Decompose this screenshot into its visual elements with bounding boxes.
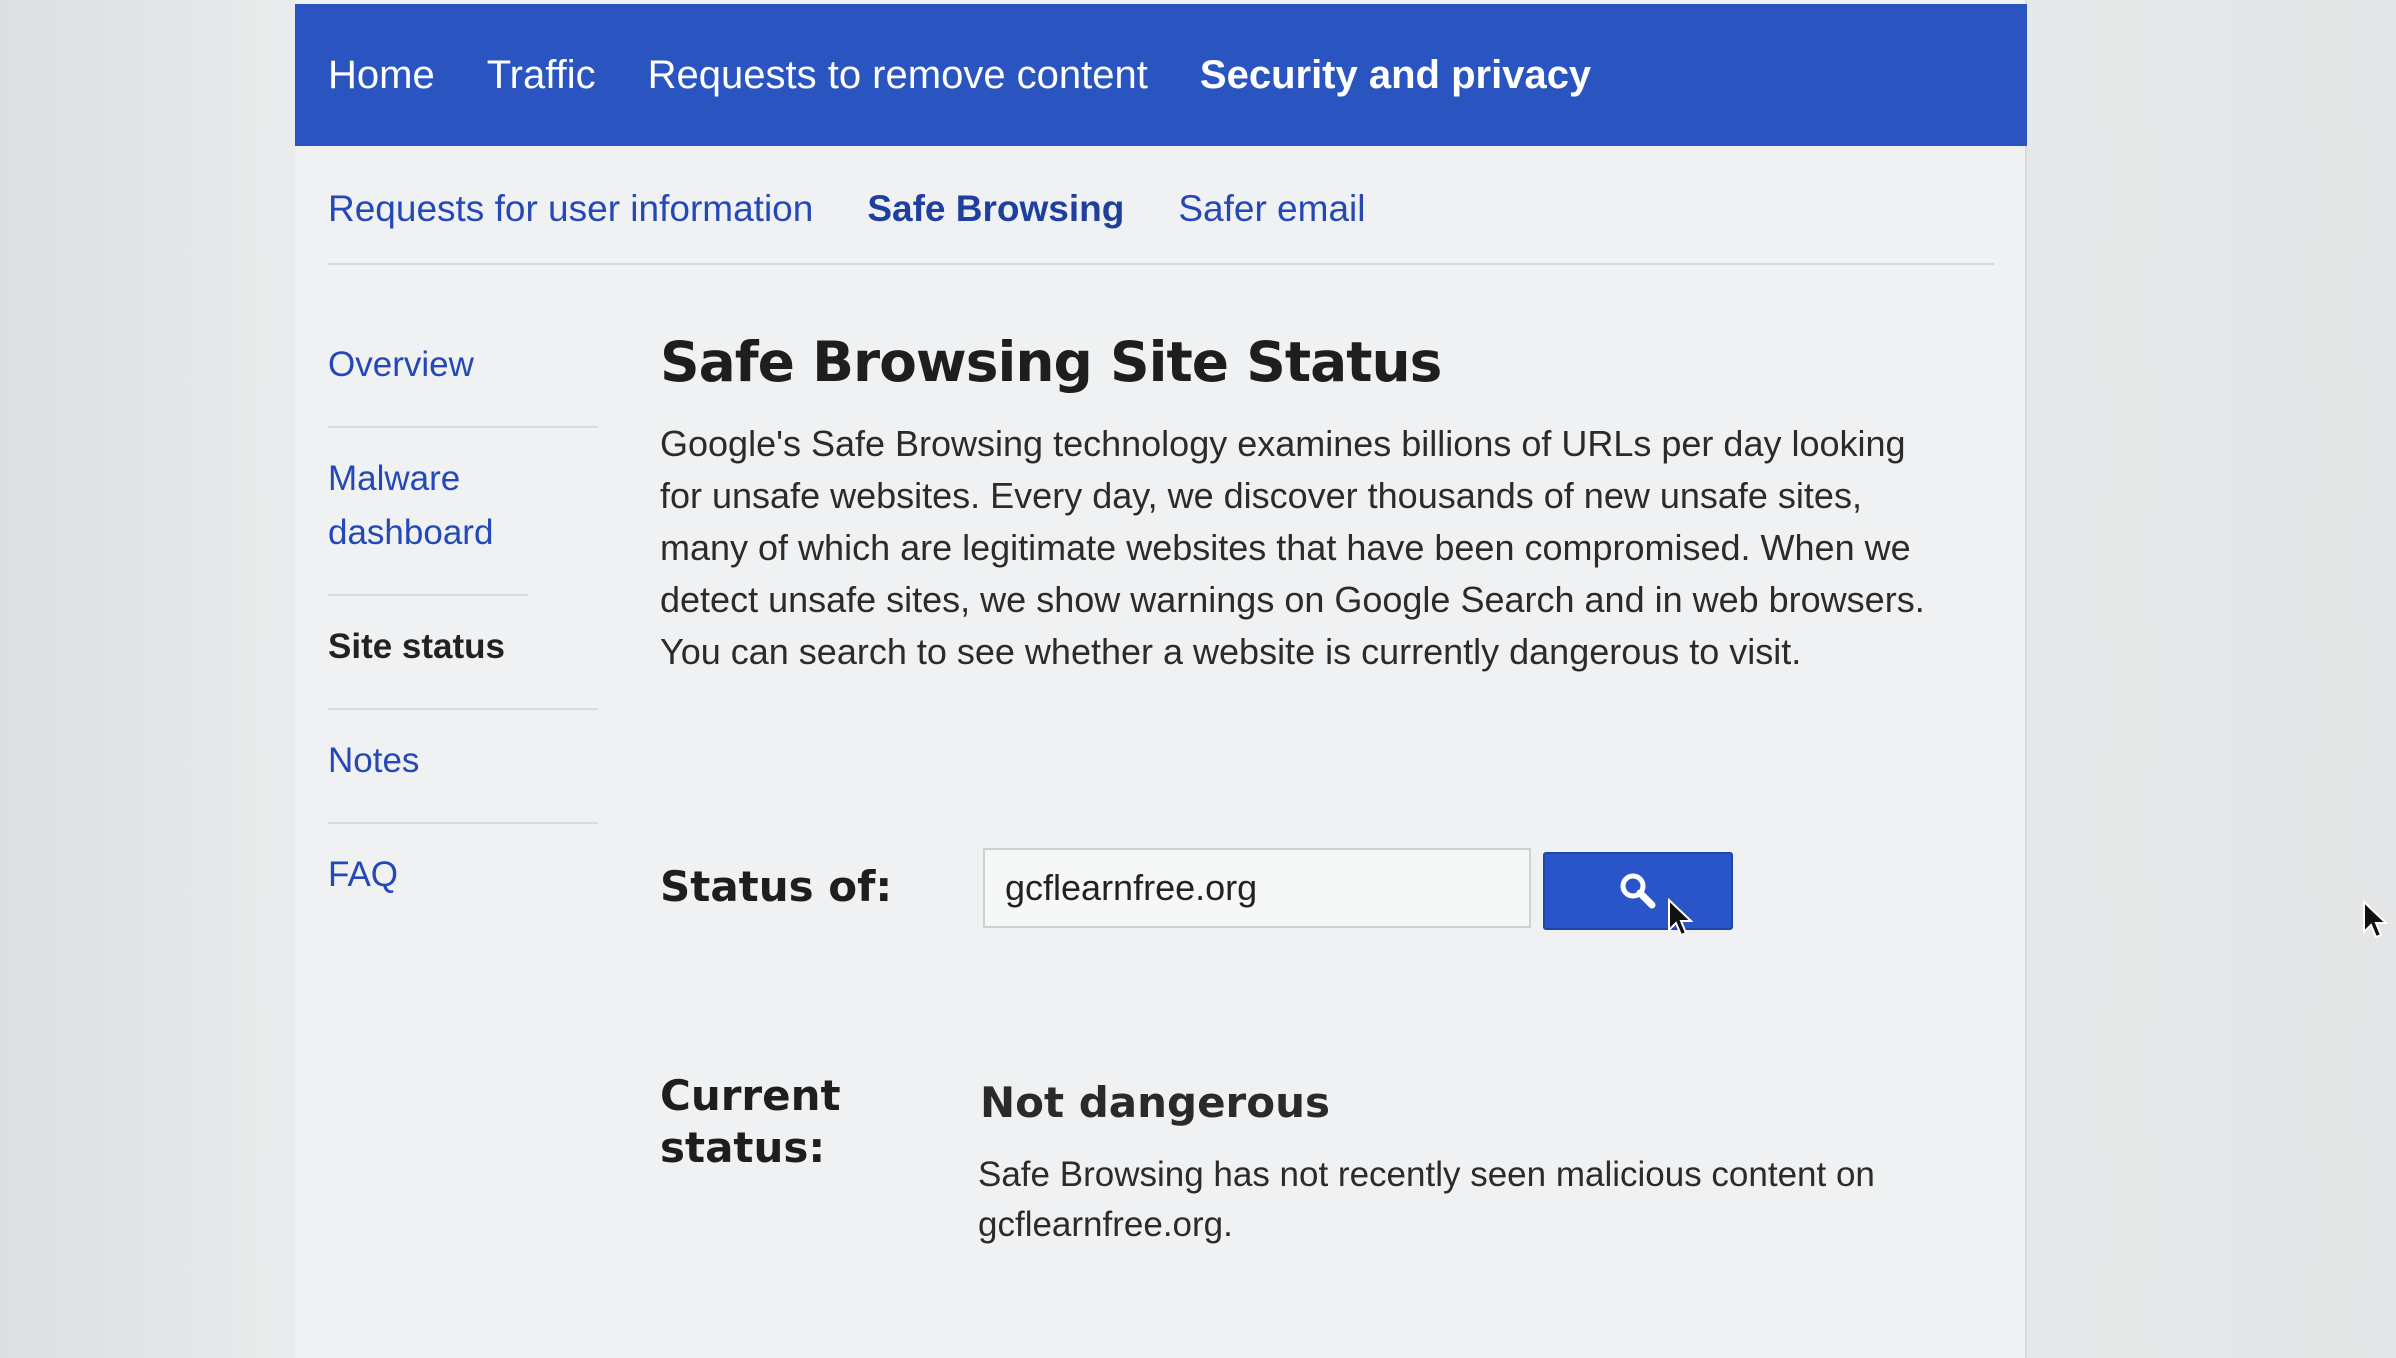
current-status-description: Safe Browsing has not recently seen mali… [978, 1155, 1875, 1244]
sidebar-item-overview[interactable]: Overview [328, 330, 598, 428]
sidebar-item-notes[interactable]: Notes [328, 710, 598, 824]
mouse-cursor-icon [1668, 898, 1693, 937]
status-search-row: Status of: [660, 848, 1760, 930]
page-title: Safe Browsing Site Status [660, 330, 1442, 394]
main-content: Safe Browsing Site Status Google's Safe … [660, 330, 1960, 1244]
sub-nav: Requests for user information Safe Brows… [328, 155, 1994, 265]
sidebar-item-faq[interactable]: FAQ [328, 824, 598, 936]
sidebar-item-malware-dashboard[interactable]: Malware dashboard [328, 428, 528, 596]
subnav-safe-browsing[interactable]: Safe Browsing [867, 188, 1124, 230]
current-status-value: Not dangerous [980, 1078, 1331, 1127]
search-button[interactable] [1543, 852, 1733, 930]
sidebar: Overview Malware dashboard Site status N… [328, 330, 598, 936]
subnav-safer-email[interactable]: Safer email [1178, 188, 1365, 230]
intro-text: Google's Safe Browsing technology examin… [660, 423, 1925, 672]
topnav-remove-content[interactable]: Requests to remove content [648, 53, 1148, 98]
current-status-label: Current status: [660, 1071, 841, 1172]
top-nav: Home Traffic Requests to remove content … [295, 4, 2027, 146]
subnav-user-information[interactable]: Requests for user information [328, 188, 813, 230]
topnav-home[interactable]: Home [328, 53, 435, 98]
mouse-cursor-icon [2363, 900, 2388, 939]
topnav-security-privacy[interactable]: Security and privacy [1200, 53, 1591, 98]
screen: Home Traffic Requests to remove content … [0, 0, 2396, 1358]
status-of-label: Status of: [660, 862, 893, 911]
site-url-input[interactable] [983, 848, 1531, 928]
page: Home Traffic Requests to remove content … [295, 0, 2027, 1358]
sidebar-item-site-status: Site status [328, 596, 598, 710]
search-icon [1620, 873, 1656, 909]
topnav-traffic[interactable]: Traffic [487, 53, 596, 98]
